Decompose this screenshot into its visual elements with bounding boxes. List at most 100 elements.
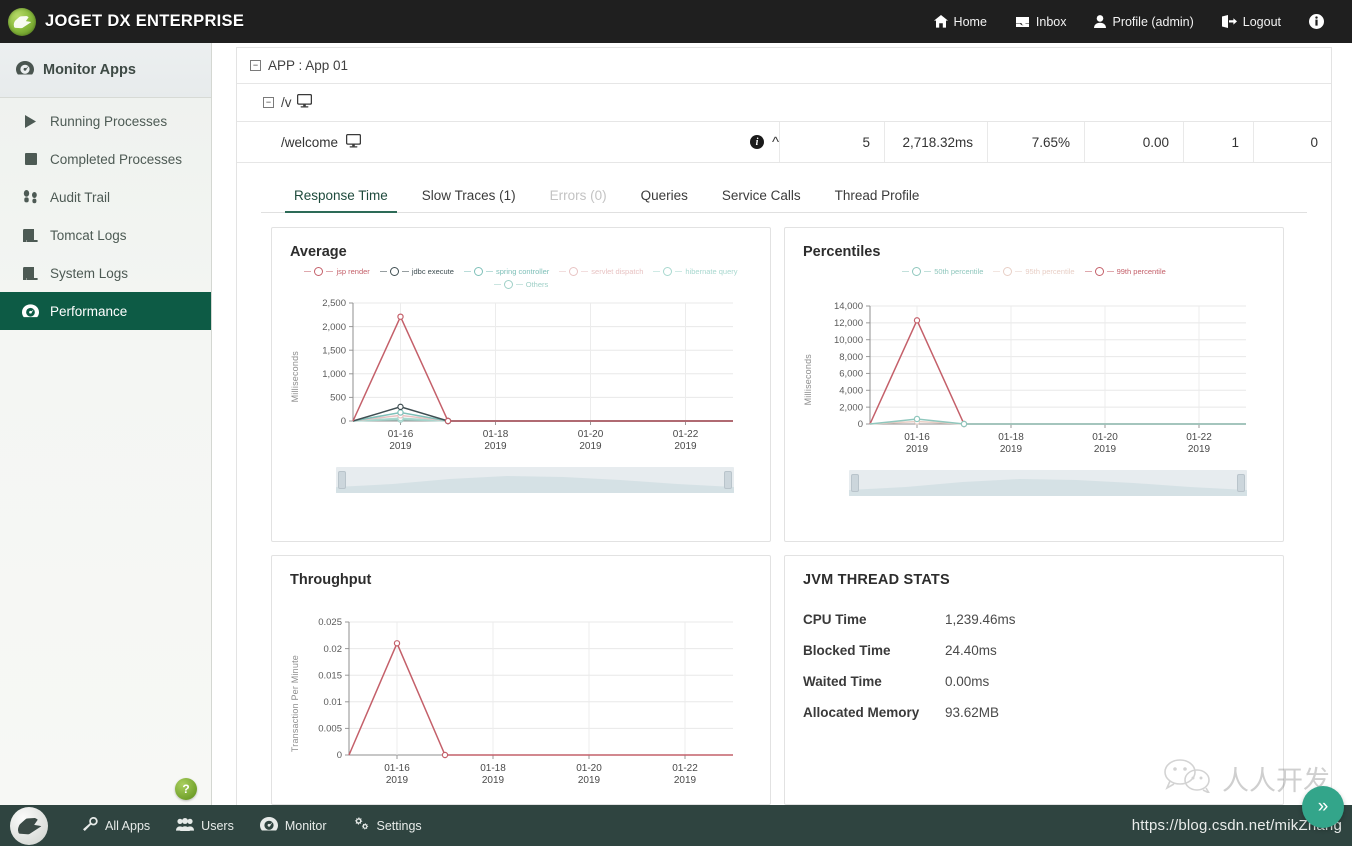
legend-dash-icon	[675, 271, 682, 272]
range-selector-percentiles[interactable]	[849, 470, 1247, 496]
tab-queries[interactable]: Queries	[632, 188, 697, 212]
stop-icon	[22, 153, 39, 165]
range-selector-preview	[849, 470, 1247, 496]
legend-item[interactable]: jdbc execute	[380, 267, 454, 276]
card-jvm-thread-stats: JVM THREAD STATS CPU Time 1,239.46ms Blo…	[784, 555, 1284, 805]
breadcrumb-transaction-row[interactable]: − /v	[237, 84, 1331, 122]
chart-throughput-svg[interactable]: 00.0050.010.0150.020.02501-16201901-1820…	[301, 616, 741, 791]
breadcrumb-app-row[interactable]: − APP : App 01	[237, 48, 1331, 84]
footer-settings[interactable]: Settings	[340, 817, 435, 834]
scroll-forward-button[interactable]: »	[1302, 786, 1344, 828]
info-icon[interactable]: i	[750, 135, 764, 149]
sidebar: Monitor Apps Running Processes Completed…	[0, 43, 212, 805]
legend-item[interactable]: Others	[494, 280, 549, 289]
metric-cell-errors: 0	[1254, 122, 1332, 162]
sidebar-item-system-logs[interactable]: System Logs	[0, 254, 211, 292]
joget-footer-logo-icon[interactable]	[10, 807, 48, 845]
card-jvm-title: JVM THREAD STATS	[803, 572, 1265, 588]
svg-text:2,000: 2,000	[322, 322, 346, 333]
legend-dash-icon	[902, 271, 909, 272]
sidebar-item-performance[interactable]: Performance	[0, 292, 211, 330]
nav-inbox[interactable]: Inbox	[1001, 15, 1081, 29]
legend-item[interactable]: hibernate query	[653, 267, 737, 276]
nav-profile-label: Profile (admin)	[1112, 15, 1193, 29]
legend-item[interactable]: spring controller	[464, 267, 549, 276]
svg-text:12,000: 12,000	[834, 318, 863, 329]
sidebar-item-audit-trail[interactable]: Audit Trail	[0, 178, 211, 216]
jvm-label-cpu-time: CPU Time	[803, 612, 945, 627]
legend-item[interactable]: 95th percentile	[993, 267, 1074, 276]
nav-info[interactable]	[1295, 14, 1338, 29]
nav-logout[interactable]: Logout	[1208, 15, 1295, 29]
tab-response-time[interactable]: Response Time	[285, 188, 397, 212]
legend-marker-icon	[569, 267, 578, 276]
legend-dash-icon	[1085, 271, 1092, 272]
legend-label: spring controller	[496, 267, 549, 276]
tab-slow-traces[interactable]: Slow Traces (1)	[413, 188, 525, 212]
svg-text:01-18: 01-18	[998, 432, 1024, 443]
legend-dash-icon	[1015, 271, 1022, 272]
svg-text:2019: 2019	[579, 441, 602, 452]
breadcrumb-app-label: APP : App 01	[268, 58, 348, 73]
gears-icon	[353, 817, 370, 834]
metric-cell-rate: 0.00	[1085, 122, 1184, 162]
svg-text:2019: 2019	[578, 775, 601, 786]
svg-text:2,000: 2,000	[839, 402, 863, 413]
tab-service-calls[interactable]: Service Calls	[713, 188, 810, 212]
inbox-icon	[1015, 16, 1030, 28]
legend-item[interactable]: jsp render	[304, 267, 369, 276]
footer-monitor[interactable]: Monitor	[247, 817, 340, 834]
range-handle-left[interactable]	[851, 474, 859, 492]
legend-item[interactable]: 99th percentile	[1085, 267, 1166, 276]
footer-bar: All Apps Users Monitor Setting	[0, 805, 1352, 846]
svg-text:6,000: 6,000	[839, 369, 863, 380]
collapse-toggle-icon[interactable]: −	[250, 60, 261, 71]
home-icon	[934, 15, 948, 28]
svg-text:01-22: 01-22	[1186, 432, 1212, 443]
svg-text:01-20: 01-20	[578, 429, 604, 440]
legend-label: 95th percentile	[1025, 267, 1074, 276]
brand-block[interactable]: JOGET DX ENTERPRISE	[0, 8, 244, 36]
legend-label: Others	[526, 280, 549, 289]
svg-text:2019: 2019	[389, 441, 412, 452]
card-throughput-title: Throughput	[290, 572, 752, 588]
metrics-row-name-cell[interactable]: /welcome i ^	[237, 122, 780, 162]
axis-label-y-percentiles: Milliseconds	[803, 354, 813, 405]
legend-dash-icon	[486, 271, 493, 272]
svg-text:2019: 2019	[386, 775, 409, 786]
legend-item[interactable]: servlet dispatch	[559, 267, 643, 276]
legend-label: 99th percentile	[1117, 267, 1166, 276]
tab-errors: Errors (0)	[541, 188, 616, 212]
svg-text:0.025: 0.025	[318, 617, 342, 628]
svg-text:2019: 2019	[674, 441, 697, 452]
logout-icon	[1222, 15, 1237, 28]
joget-logo-icon	[8, 8, 36, 36]
tab-thread-profile[interactable]: Thread Profile	[826, 188, 929, 212]
sidebar-item-completed-processes[interactable]: Completed Processes	[0, 140, 211, 178]
help-button[interactable]: ?	[175, 778, 197, 800]
svg-text:01-20: 01-20	[576, 763, 602, 774]
sidebar-item-tomcat-logs[interactable]: Tomcat Logs	[0, 216, 211, 254]
range-handle-right[interactable]	[724, 471, 732, 489]
svg-text:2019: 2019	[906, 444, 929, 455]
nav-home[interactable]: Home	[920, 15, 1001, 29]
sidebar-item-running-processes[interactable]: Running Processes	[0, 102, 211, 140]
collapse-toggle-icon[interactable]: −	[263, 97, 274, 108]
nav-profile[interactable]: Profile (admin)	[1080, 15, 1207, 29]
svg-text:2019: 2019	[674, 775, 697, 786]
chart-percentiles-svg[interactable]: 02,0004,0006,0008,00010,00012,00014,0000…	[814, 300, 1254, 460]
range-selector-average[interactable]	[336, 467, 734, 493]
card-percentiles: Percentiles 50th percentile 95th	[784, 227, 1284, 542]
footer-users[interactable]: Users	[163, 818, 247, 834]
card-average: Average jsp render jdbc execute	[271, 227, 771, 542]
range-handle-left[interactable]	[338, 471, 346, 489]
range-handle-right[interactable]	[1237, 474, 1245, 492]
svg-text:01-18: 01-18	[480, 763, 506, 774]
svg-text:0: 0	[337, 750, 342, 761]
legend-marker-icon	[504, 280, 513, 289]
chart-average-svg[interactable]: 05001,0001,5002,0002,50001-16201901-1820…	[301, 297, 741, 457]
chevron-up-icon[interactable]: ^	[772, 134, 779, 151]
legend-item[interactable]: 50th percentile	[902, 267, 983, 276]
svg-text:1,500: 1,500	[322, 345, 346, 356]
footer-all-apps[interactable]: All Apps	[70, 817, 163, 834]
